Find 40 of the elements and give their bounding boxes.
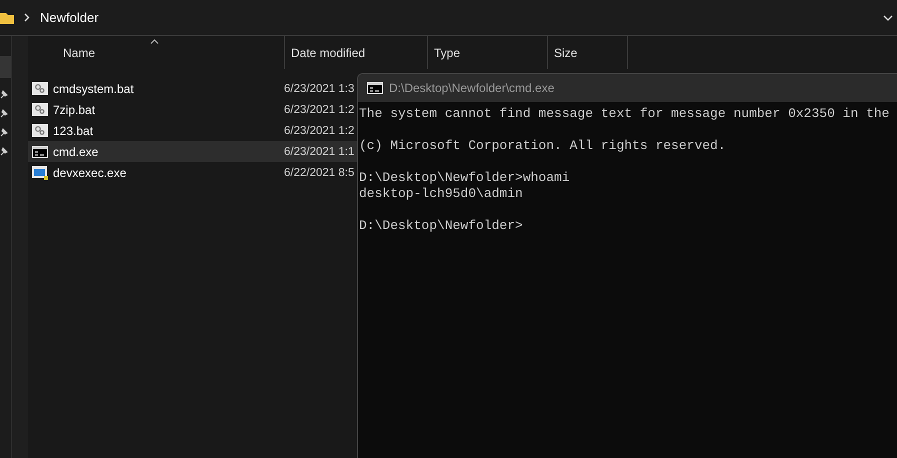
- date-modified: 6/23/2021 1:2: [284, 124, 354, 136]
- console-icon: [367, 82, 383, 94]
- file-name: cmdsystem.bat: [53, 82, 134, 96]
- file-row[interactable]: devxexec.exe 6/22/2021 8:5: [28, 162, 357, 183]
- console-icon: [32, 146, 48, 158]
- gears-icon: [32, 82, 48, 95]
- date-modified: 6/23/2021 1:1: [284, 146, 354, 158]
- gears-icon: [32, 103, 48, 116]
- column-header[interactable]: Size: [548, 36, 628, 69]
- console-line: D:\Desktop\Newfolder>: [359, 218, 524, 234]
- pin-icon[interactable]: [0, 147, 8, 156]
- window-title: D:\Desktop\Newfolder\cmd.exe: [389, 81, 554, 95]
- column-header[interactable]: Type: [428, 36, 548, 69]
- folder-icon: [0, 12, 14, 24]
- file-row[interactable]: cmdsystem.bat 6/23/2021 1:3: [28, 78, 357, 99]
- file-row[interactable]: 7zip.bat 6/23/2021 1:2: [28, 99, 357, 120]
- file-row[interactable]: cmd.exe 6/23/2021 1:1: [28, 141, 357, 162]
- date-modified: 6/22/2021 8:5: [284, 166, 354, 178]
- pin-icon[interactable]: [0, 128, 8, 137]
- chevron-right-icon[interactable]: [24, 13, 30, 22]
- pin-icon[interactable]: [0, 109, 8, 118]
- console-line: desktop-lch95d0\admin: [359, 186, 524, 202]
- gears-icon: [32, 124, 48, 137]
- console-line: (c) Microsoft Corporation. All rights reserved.: [359, 138, 727, 154]
- console-line: D:\Desktop\Newfolder>whoami: [359, 170, 571, 186]
- file-row[interactable]: 123.bat 6/23/2021 1:2: [28, 120, 357, 141]
- window-icon: [32, 166, 48, 180]
- column-header[interactable]: Date modified: [285, 36, 428, 69]
- sort-caret-icon[interactable]: [150, 39, 159, 44]
- chevron-down-icon[interactable]: [883, 14, 893, 20]
- pin-icon[interactable]: [0, 90, 8, 99]
- date-modified: 6/23/2021 1:2: [284, 104, 354, 116]
- console-line: The system cannot find message text for message number 0x2350 in the: [359, 106, 890, 122]
- breadcrumb-folder[interactable]: Newfolder: [40, 10, 99, 25]
- column-header[interactable]: Name: [28, 36, 285, 69]
- file-name: cmd.exe: [53, 144, 98, 158]
- file-name: 7zip.bat: [53, 102, 96, 116]
- date-modified: 6/23/2021 1:3: [284, 82, 354, 94]
- file-name: 123.bat: [53, 124, 94, 138]
- file-name: devxexec.exe: [53, 166, 126, 180]
